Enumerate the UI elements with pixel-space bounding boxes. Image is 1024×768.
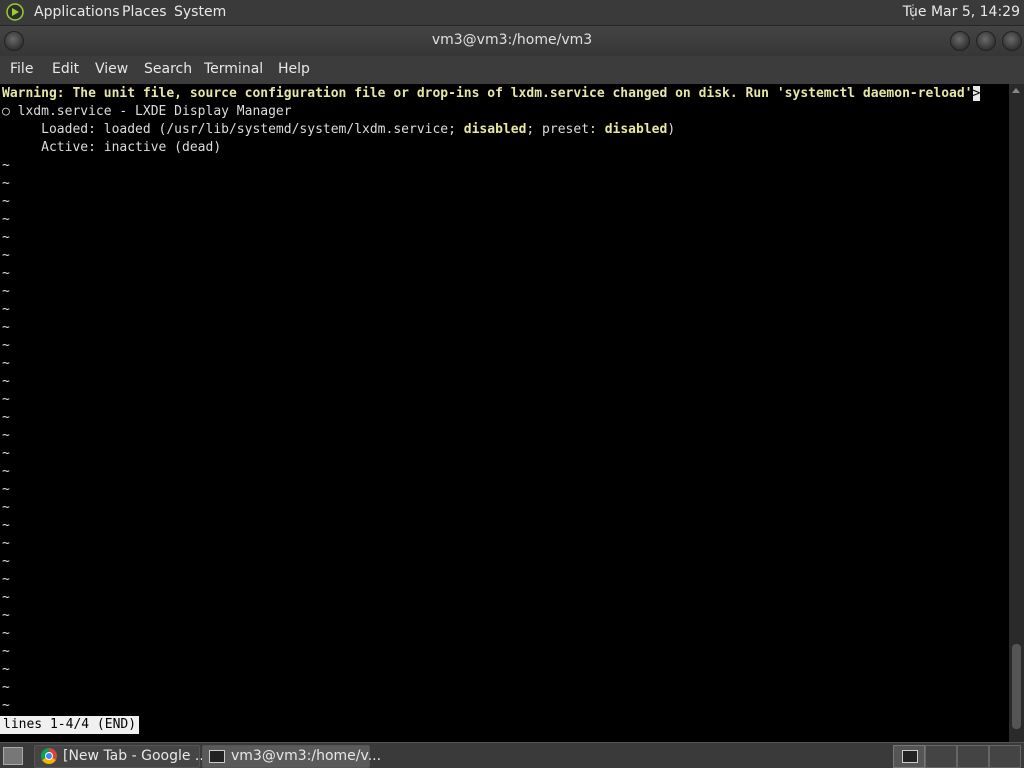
places-menu[interactable]: Places xyxy=(122,4,167,20)
active-line: Active: inactive (dead) xyxy=(2,140,222,155)
task-chrome-label: [New Tab - Google ... xyxy=(63,748,209,764)
empty-line-filler: ~ ~ ~ ~ ~ ~ ~ ~ ~ ~ ~ ~ ~ ~ ~ ~ ~ ~ ~ ~ … xyxy=(2,158,10,713)
menu-view[interactable]: View xyxy=(95,61,128,77)
loaded-suffix: ) xyxy=(667,122,676,137)
terminal-icon xyxy=(209,750,225,763)
scrollbar-thumb[interactable] xyxy=(1012,644,1021,729)
minimize-button[interactable] xyxy=(950,31,970,51)
top-panel: Applications Places System Tue Mar 5, 14… xyxy=(0,0,1024,26)
workspace-switcher[interactable] xyxy=(893,745,925,768)
menu-terminal[interactable]: Terminal xyxy=(204,61,263,77)
task-chrome[interactable]: [New Tab - Google ... xyxy=(34,745,208,768)
applications-menu[interactable]: Applications xyxy=(34,4,120,20)
terminal-output: Warning: The unit file, source configura… xyxy=(2,85,981,715)
truncation-marker: > xyxy=(972,86,981,101)
chrome-icon xyxy=(41,748,57,764)
preset-state: disabled xyxy=(604,122,668,137)
pager-status: lines 1-4/4 (END) xyxy=(0,716,140,734)
menu-search[interactable]: Search xyxy=(144,61,192,77)
applications-icon[interactable] xyxy=(6,3,24,21)
taskbar: [New Tab - Google ... vm3@vm3:/home/v... xyxy=(0,742,1024,768)
loaded-mid: ; preset: xyxy=(526,122,605,137)
task-terminal-label: vm3@vm3:/home/v... xyxy=(231,748,382,764)
window-title: vm3@vm3:/home/vm3 xyxy=(431,32,593,48)
loaded-prefix: Loaded: loaded (/usr/lib/systemd/system/… xyxy=(2,122,464,137)
workspace-3[interactable] xyxy=(957,745,989,768)
task-terminal[interactable]: vm3@vm3:/home/v... xyxy=(202,745,381,768)
scrollbar[interactable] xyxy=(1009,84,1024,742)
window-titlebar[interactable]: vm3@vm3:/home/vm3 xyxy=(0,26,1024,56)
maximize-button[interactable] xyxy=(976,31,996,51)
terminal-icon xyxy=(902,750,918,763)
menu-help[interactable]: Help xyxy=(278,61,310,77)
clock[interactable]: Tue Mar 5, 14:29 xyxy=(903,4,1020,20)
system-menu[interactable]: System xyxy=(174,4,226,20)
close-button[interactable] xyxy=(1002,31,1022,51)
menu-edit[interactable]: Edit xyxy=(52,61,79,77)
menu-file[interactable]: File xyxy=(10,61,33,77)
menubar: File Edit View Search Terminal Help xyxy=(0,56,1024,84)
show-desktop-icon[interactable] xyxy=(3,747,23,765)
workspace-4[interactable] xyxy=(989,745,1021,768)
loaded-state: disabled xyxy=(463,122,527,137)
terminal-area[interactable]: Warning: The unit file, source configura… xyxy=(0,84,1009,742)
workspace-2[interactable] xyxy=(925,745,957,768)
warning-line: Warning: The unit file, source configura… xyxy=(2,86,973,101)
scroll-up-arrow-icon[interactable] xyxy=(1012,88,1020,93)
service-line: ○ lxdm.service - LXDE Display Manager xyxy=(2,104,292,119)
